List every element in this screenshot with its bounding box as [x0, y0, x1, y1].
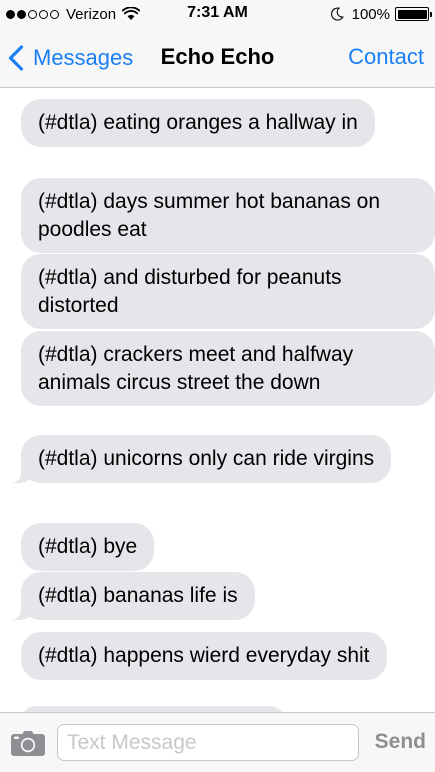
message-text: (#dtla) happens wierd everyday shit — [38, 644, 370, 667]
message-text: (#dtla) and disturbed for peanuts distor… — [38, 266, 342, 317]
message-text: (#dtla) eating oranges a hallway in — [38, 111, 358, 134]
message-text: (#dtla) days summer hot bananas on poodl… — [38, 190, 381, 241]
contact-button[interactable]: Contact — [348, 44, 424, 70]
message-text: (#dtla) unicorns only can ride virgins — [38, 447, 375, 470]
send-button[interactable]: Send — [375, 730, 426, 754]
battery-icon — [395, 7, 432, 21]
message-composer: Send — [0, 712, 435, 772]
back-button-label: Messages — [33, 45, 134, 70]
battery-cap — [429, 12, 432, 17]
message-bubble[interactable]: (#dtla) bananas life is — [9, 572, 255, 620]
message-text: (#dtla) bananas life is — [38, 584, 238, 607]
message-bubble[interactable]: (#dtla) happens wierd everyday shit — [21, 632, 387, 680]
message-bubble[interactable]: (#dtla) and disturbed for peanuts distor… — [21, 254, 435, 329]
message-list[interactable]: (#dtla) eating oranges a hallway in (#dt… — [0, 88, 435, 712]
message-bubble[interactable]: (#dtla) unicorns only can ride virgins — [8, 435, 392, 483]
chevron-left-icon — [8, 45, 24, 71]
message-input[interactable] — [57, 724, 359, 761]
message-text: (#dtla) crackers meet and halfway animal… — [38, 343, 354, 394]
message-text: (#dtla) bye — [38, 535, 138, 558]
moon-icon — [330, 7, 344, 21]
message-bubble[interactable]: (#dtla) days summer hot bananas on poodl… — [21, 178, 435, 253]
battery-percent: 100% — [351, 5, 390, 23]
status-bar: Verizon 7:31 AM 100% — [0, 0, 435, 28]
status-right: 100% — [330, 4, 432, 24]
battery-level — [397, 9, 427, 19]
navigation-bar: Messages Echo Echo Contact — [0, 28, 435, 88]
message-bubble[interactable]: (#dtla) crackers meet and halfway animal… — [21, 331, 435, 406]
message-bubble[interactable]: (#dtla) bye — [21, 523, 155, 571]
back-button[interactable]: Messages — [8, 42, 133, 74]
camera-icon[interactable] — [10, 729, 46, 757]
message-bubble[interactable]: (#dtla) eating oranges a hallway in — [21, 99, 375, 147]
